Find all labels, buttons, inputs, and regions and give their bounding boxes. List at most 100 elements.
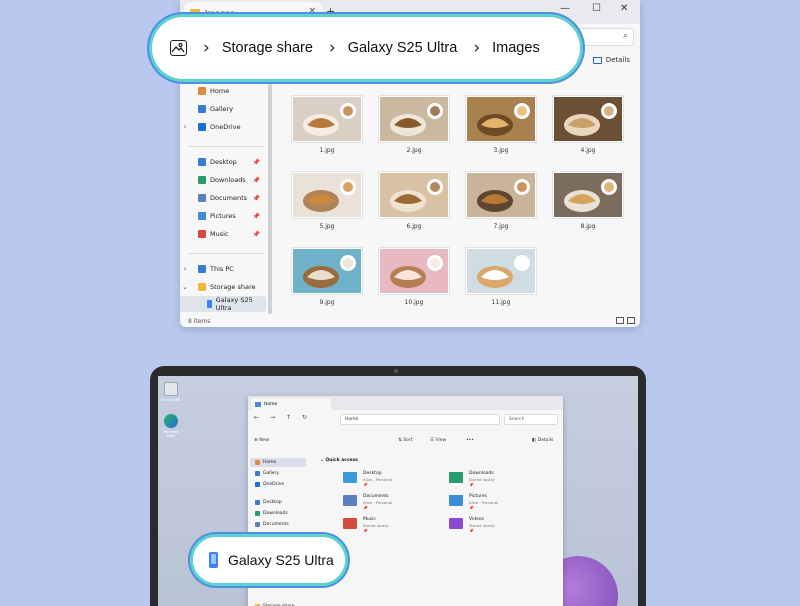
sidebar-item-label: Desktop [210, 158, 237, 166]
chevron-right-icon: › [328, 38, 336, 58]
more-button[interactable]: ••• [466, 438, 474, 443]
file-name: 11.jpg [491, 299, 511, 306]
tab-close-button[interactable]: × [308, 6, 316, 16]
sidebar-item-gallery[interactable]: Gallery [180, 101, 266, 117]
sidebar-item-label: Home [210, 87, 230, 95]
photo-preview [379, 96, 449, 142]
sidebar-item-storage-share[interactable]: ⌄ Storage share [180, 279, 266, 295]
sidebar-item-label: Documents [210, 194, 248, 202]
sidebar-scrollbar[interactable] [268, 84, 272, 314]
file-name: 9.jpg [319, 299, 335, 306]
sidebar-item-desktop[interactable]: Desktop [250, 498, 306, 507]
folder-documents[interactable]: Documents Alice - Personal 📌 [343, 494, 453, 512]
sidebar-item-home[interactable]: Home [180, 83, 266, 99]
storage-share-icon [198, 283, 206, 291]
file-thumbnail[interactable]: 5.jpg [292, 172, 362, 236]
chevron-icon[interactable]: › [180, 265, 190, 273]
file-thumbnail[interactable]: 1.jpg [292, 96, 362, 160]
details-button[interactable]: Details [592, 56, 630, 64]
pc-icon [198, 265, 206, 273]
maximize-button[interactable]: ☐ [592, 3, 601, 14]
pin-icon: 📌 [252, 176, 260, 184]
folder-videos[interactable]: Videos Stored locally 📌 [449, 517, 559, 535]
sidebar-item-downloads[interactable]: Downloads 📌 [180, 172, 266, 188]
file-thumbnail[interactable]: 3.jpg [466, 96, 536, 160]
chevron-icon[interactable]: ⌄ [180, 283, 190, 291]
edge-icon[interactable] [164, 414, 178, 428]
file-thumbnail[interactable]: 9.jpg [292, 248, 362, 312]
device-badge[interactable]: Galaxy S25 Ultra [193, 537, 345, 583]
sidebar-item-onedrive[interactable]: OneDrive [250, 480, 306, 489]
folder-pictures[interactable]: Pictures Alice - Personal 📌 [449, 494, 559, 512]
folder-downloads[interactable]: Downloads Stored locally 📌 [449, 471, 559, 489]
up-button[interactable]: ↑ [286, 414, 291, 421]
photo-preview [292, 248, 362, 294]
breadcrumb-galaxy-s25-ultra[interactable]: Galaxy S25 Ultra [348, 40, 458, 56]
sidebar-item-label: OneDrive [210, 123, 241, 131]
sidebar-item-onedrive[interactable]: › OneDrive [180, 119, 266, 135]
downloads-icon [198, 176, 206, 184]
file-thumbnail[interactable]: 7.jpg [466, 172, 536, 236]
downloads-icon [255, 511, 260, 516]
folder-name: Documents [363, 494, 389, 499]
breadcrumb[interactable]: › Storage share › Galaxy S25 Ultra › Ima… [152, 17, 580, 79]
breadcrumb-storage-share[interactable]: Storage share [222, 40, 313, 56]
breadcrumb-images[interactable]: Images [492, 40, 540, 56]
file-thumbnail[interactable]: 10.jpg [379, 248, 449, 312]
pin-icon: 📌 [469, 482, 474, 487]
folder-desktop[interactable]: Desktop Alice - Personal 📌 [343, 471, 453, 489]
sidebar-item-this-pc[interactable]: › This PC [180, 261, 266, 277]
sidebar-item-music[interactable]: Music 📌 [180, 226, 266, 242]
close-button[interactable]: ✕ [620, 3, 628, 14]
sidebar-item-documents[interactable]: Documents [250, 520, 306, 529]
sidebar-item-home[interactable]: Home [250, 458, 306, 467]
view-button[interactable]: ☰ View [430, 438, 446, 443]
folder-name: Music [363, 517, 376, 522]
search-input[interactable]: Search [504, 414, 558, 425]
file-thumbnail[interactable]: 11.jpg [466, 248, 536, 312]
file-name: 7.jpg [493, 223, 509, 230]
back-button[interactable]: ← [254, 414, 259, 421]
sidebar-item-storage-share[interactable]: Storage share [250, 602, 306, 606]
details-button[interactable]: ◧ Details [532, 438, 553, 443]
file-name: 6.jpg [406, 223, 422, 230]
file-thumbnail[interactable]: 8.jpg [553, 172, 623, 236]
address-bar[interactable]: Home [340, 414, 500, 425]
sidebar-item-downloads[interactable]: Downloads [250, 509, 306, 518]
folder-icon [190, 9, 200, 17]
file-thumbnail[interactable]: 6.jpg [379, 172, 449, 236]
folder-name: Desktop [363, 471, 382, 476]
gallery-icon [255, 471, 260, 476]
folder-music[interactable]: Music Stored locally 📌 [343, 517, 453, 535]
sort-button[interactable]: ⇅ Sort [398, 438, 412, 443]
sidebar-item-galaxy-s25-ultra[interactable]: Galaxy S25 Ultra [180, 296, 266, 312]
divider [188, 146, 264, 147]
thumbnail-view-icon[interactable] [627, 317, 635, 324]
sidebar-item-desktop[interactable]: Desktop 📌 [180, 154, 266, 170]
view-label: View [435, 438, 447, 443]
downloads-folder-icon [449, 472, 463, 483]
sidebar-item-pictures[interactable]: Pictures 📌 [180, 208, 266, 224]
details-view-icon[interactable] [616, 317, 624, 324]
minimize-button[interactable]: — [560, 3, 570, 14]
quick-access-header[interactable]: ⌄ Quick access [320, 458, 358, 463]
sidebar-item-gallery[interactable]: Gallery [250, 469, 306, 478]
file-thumbnail[interactable]: 4.jpg [553, 96, 623, 160]
photo-preview [292, 172, 362, 218]
desktop-icon-label: Recycle Bin [160, 398, 182, 402]
refresh-button[interactable]: ↻ [302, 414, 307, 421]
quick-access-label: Quick access [325, 458, 358, 463]
photo-preview [466, 96, 536, 142]
sidebar-item-documents[interactable]: Documents 📌 [180, 190, 266, 206]
documents-folder-icon [343, 495, 357, 506]
photo-preview [553, 96, 623, 142]
chevron-icon[interactable]: › [180, 123, 190, 131]
file-thumbnail[interactable]: 2.jpg [379, 96, 449, 160]
recycle-bin-icon[interactable] [164, 382, 178, 396]
forward-button[interactable]: → [270, 414, 275, 421]
folder-name: Videos [469, 517, 484, 522]
new-button[interactable]: ⊕ New [254, 438, 269, 443]
webcam [394, 369, 398, 373]
tab-home[interactable]: Home [251, 398, 331, 410]
details-label: Details [537, 438, 554, 443]
